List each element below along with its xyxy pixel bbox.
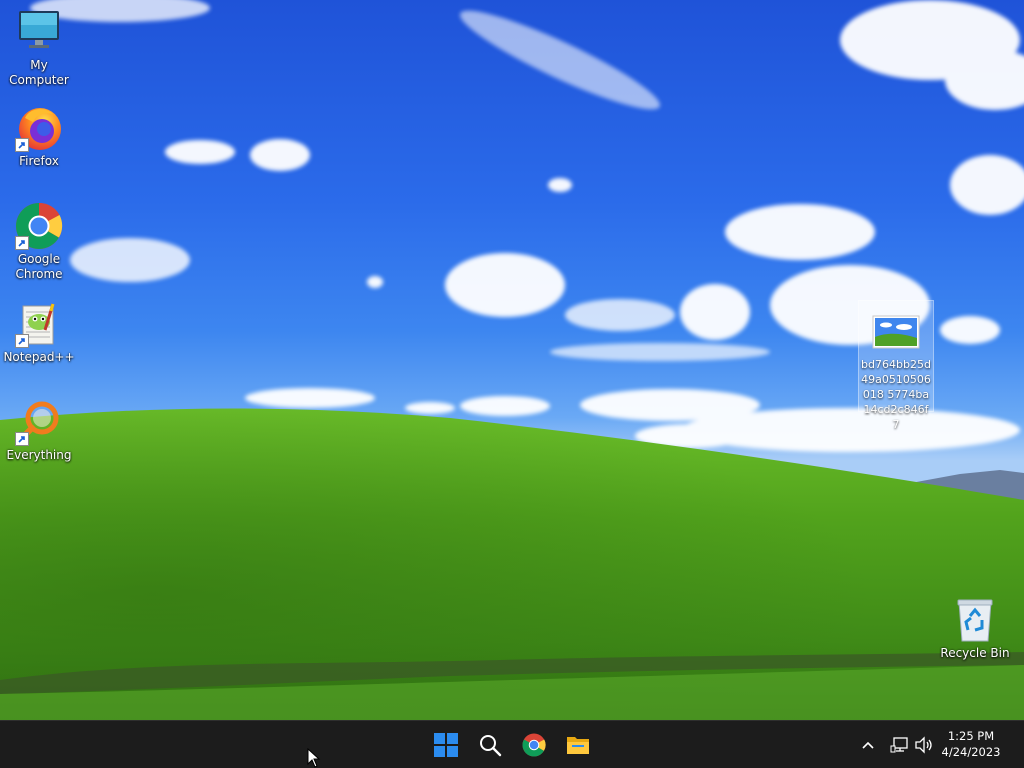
taskbar: 1:25 PM 4/24/2023 xyxy=(0,720,1024,768)
desktop-icon-notepadpp[interactable]: Notepad++ xyxy=(1,300,77,365)
desktop-icon-firefox[interactable]: Firefox xyxy=(1,104,77,169)
shortcut-arrow-icon xyxy=(15,236,29,250)
windows-start-icon xyxy=(434,733,458,757)
search-button[interactable] xyxy=(472,727,508,763)
recycle-bin-icon xyxy=(951,596,999,644)
desktop-icon-label: bd764bb25d49a0510506018 5774ba14cd2c846f… xyxy=(861,358,931,431)
start-button[interactable] xyxy=(428,727,464,763)
shortcut-arrow-icon xyxy=(15,138,29,152)
desktop-icon-label: Firefox xyxy=(19,154,59,168)
desktop-icon-label: Recycle Bin xyxy=(940,646,1010,660)
clock-date: 4/24/2023 xyxy=(941,745,1001,759)
desktop-icon-image-file[interactable]: bd764bb25d49a0510506018 5774ba14cd2c846f… xyxy=(858,300,934,431)
desktop-icon-label: My Computer xyxy=(9,58,69,87)
desktop-icon-my-computer[interactable]: My Computer xyxy=(1,8,77,88)
clock-time: 1:25 PM xyxy=(947,729,995,743)
volume-icon xyxy=(915,736,932,754)
desktop-icon-label: Everything xyxy=(6,448,72,462)
taskbar-chrome-button[interactable] xyxy=(516,727,552,763)
image-thumbnail-icon xyxy=(872,309,920,357)
notepadpp-icon xyxy=(15,300,63,348)
desktop-icon-everything[interactable]: Everything xyxy=(1,398,77,463)
mouse-cursor-icon xyxy=(307,748,321,768)
monitor-icon xyxy=(15,8,63,56)
network-volume-button[interactable] xyxy=(886,727,936,763)
shortcut-arrow-icon xyxy=(15,432,29,446)
desktop-icon-label: Google Chrome xyxy=(15,252,63,281)
file-explorer-button[interactable] xyxy=(560,727,596,763)
desktop-icon-chrome[interactable]: Google Chrome xyxy=(1,202,77,282)
show-hidden-icons-button[interactable] xyxy=(852,727,884,763)
everything-search-icon xyxy=(15,398,63,446)
shortcut-arrow-icon xyxy=(15,334,29,348)
chevron-up-icon xyxy=(862,741,874,749)
chrome-icon xyxy=(522,733,546,757)
clock[interactable]: 1:25 PM 4/24/2023 xyxy=(936,728,1006,760)
desktop-icon-recycle-bin[interactable]: Recycle Bin xyxy=(937,596,1013,661)
search-icon xyxy=(480,735,502,757)
chrome-icon xyxy=(15,202,63,250)
network-icon xyxy=(890,737,908,753)
desktop[interactable]: My Computer Firefox Google Chrome Notepa… xyxy=(0,0,1024,720)
folder-icon xyxy=(567,737,589,754)
desktop-icon-label: Notepad++ xyxy=(3,350,75,364)
firefox-icon xyxy=(15,104,63,152)
